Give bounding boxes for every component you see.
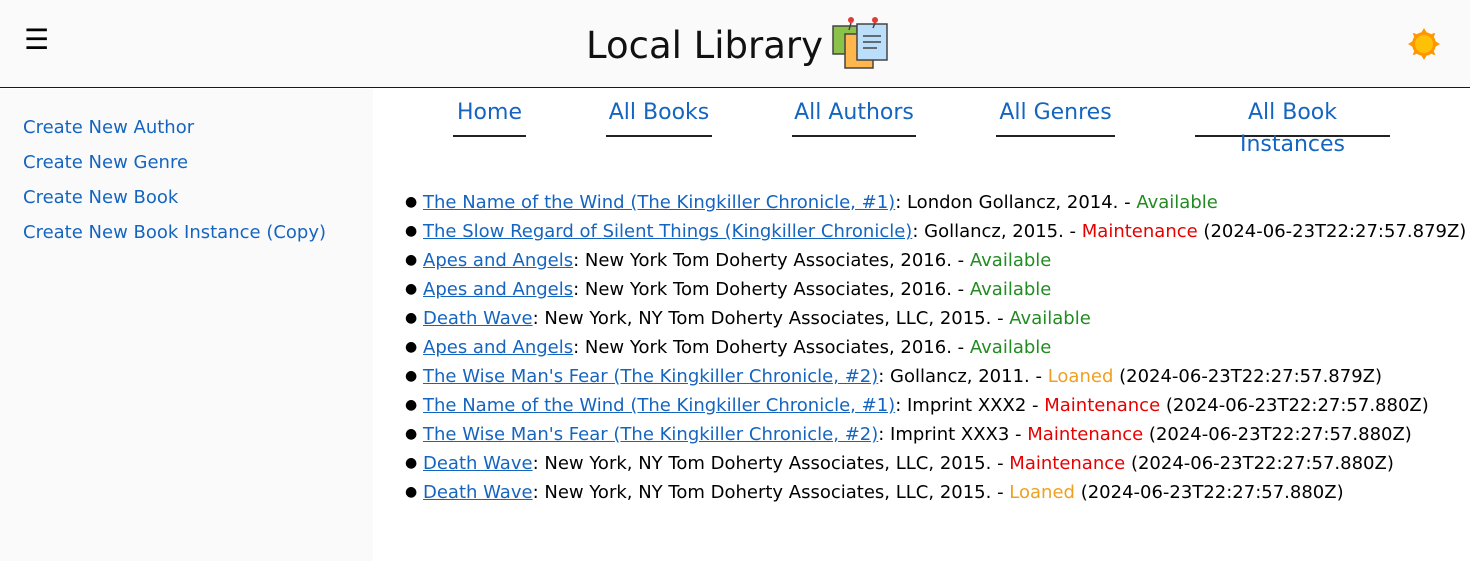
status-text: Available <box>969 279 1052 300</box>
bullet-icon: ● <box>405 310 418 326</box>
book-instance-item: ● The Name of the Wind (The Kingkiller Ch… <box>405 391 1455 420</box>
sidebar: Create New Author Create New Genre Creat… <box>0 89 373 561</box>
imprint-text: : London Gollancz, 2014. - <box>895 192 1137 213</box>
sun-icon[interactable] <box>1408 28 1440 60</box>
book-title-link[interactable]: The Slow Regard of Silent Things (Kingki… <box>423 221 912 242</box>
book-title-link[interactable]: Apes and Angels <box>423 250 573 271</box>
site-branding: Local Library <box>586 14 893 76</box>
status-text: Maintenance <box>1044 395 1161 416</box>
bullet-icon: ● <box>405 223 418 239</box>
book-title-link[interactable]: The Name of the Wind (The Kingkiller Chr… <box>423 192 895 213</box>
status-text: Maintenance <box>1081 221 1198 242</box>
imprint-text: : New York, NY Tom Doherty Associates, L… <box>532 308 1010 329</box>
status-text: Available <box>1136 192 1218 213</box>
status-text: Loaned <box>1047 366 1114 387</box>
book-instance-list-section: ● The Name of the Wind (The Kingkiller Ch… <box>405 188 1466 507</box>
bullet-icon: ● <box>405 397 418 413</box>
book-instance-item: ● Apes and Angels: New York Tom Doherty A… <box>405 246 1455 275</box>
status-text: Available <box>969 250 1052 271</box>
book-instance-item: ● The Slow Regard of Silent Things (Kingk… <box>405 217 1466 246</box>
sidebar-item: Create New Book Instance (Copy) <box>23 220 373 255</box>
book-instance-item: ● Apes and Angels: New York Tom Doherty A… <box>405 333 1455 362</box>
imprint-text: : New York Tom Doherty Associates, 2016.… <box>573 279 970 300</box>
due-date-text: (2024-06-23T22:27:57.880Z) <box>1160 395 1429 416</box>
nav-all-authors[interactable]: All Authors <box>792 97 916 137</box>
bullet-icon: ● <box>405 484 418 500</box>
hamburger-menu-icon[interactable]: ☰ <box>24 26 49 54</box>
due-date-text: (2024-06-23T22:27:57.880Z) <box>1143 424 1412 445</box>
imprint-text: : New York, NY Tom Doherty Associates, L… <box>532 453 1010 474</box>
due-date-text: (2024-06-23T22:27:57.880Z) <box>1125 453 1394 474</box>
book-instance-item: ● The Wise Man's Fear (The Kingkiller Chr… <box>405 420 1455 449</box>
book-instance-item: ● Death Wave: New York, NY Tom Doherty As… <box>405 304 1455 333</box>
status-text: Maintenance <box>1009 453 1126 474</box>
nav-all-books[interactable]: All Books <box>606 97 712 137</box>
bullet-icon: ● <box>405 339 418 355</box>
nav-home[interactable]: Home <box>453 97 526 137</box>
sidebar-item: Create New Author <box>23 115 373 150</box>
status-text: Loaned <box>1009 482 1075 503</box>
imprint-text: : Imprint XXX3 - <box>878 424 1028 445</box>
book-title-link[interactable]: The Name of the Wind (The Kingkiller Chr… <box>423 395 895 416</box>
sidebar-links: Create New Author Create New Genre Creat… <box>0 89 373 255</box>
book-title-link[interactable]: Death Wave <box>423 308 533 329</box>
bullet-icon: ● <box>405 252 418 268</box>
create-genre-link[interactable]: Create New Genre <box>23 152 188 173</box>
create-book-link[interactable]: Create New Book <box>23 187 178 208</box>
imprint-text: : Gollancz, 2011. - <box>878 366 1048 387</box>
nav-all-genres[interactable]: All Genres <box>996 97 1115 137</box>
sidebar-item: Create New Book <box>23 185 373 220</box>
nav-all-book-instances[interactable]: All Book Instances <box>1195 97 1390 157</box>
site-title: Local Library <box>586 23 824 67</box>
bullet-icon: ● <box>405 368 418 384</box>
sidebar-item: Create New Genre <box>23 150 373 185</box>
book-title-link[interactable]: Apes and Angels <box>423 279 573 300</box>
book-instance-item: ● Apes and Angels: New York Tom Doherty A… <box>405 275 1455 304</box>
book-instance-item: ● The Name of the Wind (The Kingkiller Ch… <box>405 188 1455 217</box>
bullet-icon: ● <box>405 281 418 297</box>
status-text: Available <box>1009 308 1091 329</box>
book-title-link[interactable]: Apes and Angels <box>423 337 573 358</box>
create-book-instance-link[interactable]: Create New Book Instance (Copy) <box>23 222 326 243</box>
book-instance-item: ● Death Wave: New York, NY Tom Doherty As… <box>405 449 1455 478</box>
book-instance-list: ● The Name of the Wind (The Kingkiller Ch… <box>405 188 1466 507</box>
imprint-text: : New York Tom Doherty Associates, 2016.… <box>573 250 970 271</box>
due-date-text: (2024-06-23T22:27:57.879Z) <box>1197 221 1467 242</box>
imprint-text: : Gollancz, 2015. - <box>912 221 1082 242</box>
create-author-link[interactable]: Create New Author <box>23 117 194 138</box>
book-title-link[interactable]: Death Wave <box>423 482 533 503</box>
imprint-text: : Imprint XXX2 - <box>895 395 1045 416</box>
bullet-icon: ● <box>405 426 418 442</box>
bullet-icon: ● <box>405 194 418 210</box>
book-title-link[interactable]: The Wise Man's Fear (The Kingkiller Chro… <box>423 366 878 387</box>
due-date-text: (2024-06-23T22:27:57.880Z) <box>1074 482 1344 503</box>
book-instance-item: ● Death Wave: New York, NY Tom Doherty As… <box>405 478 1455 507</box>
imprint-text: : New York, NY Tom Doherty Associates, L… <box>532 482 1010 503</box>
status-text: Available <box>969 337 1052 358</box>
book-title-link[interactable]: Death Wave <box>423 453 533 474</box>
site-header: ☰ Local Library <box>0 0 1470 88</box>
status-text: Maintenance <box>1027 424 1144 445</box>
book-title-link[interactable]: The Wise Man's Fear (The Kingkiller Chro… <box>423 424 878 445</box>
main-nav: Home All Books All Authors All Genres Al… <box>373 89 1470 157</box>
bullet-icon: ● <box>405 455 418 471</box>
sticky-notes-logo <box>832 17 888 69</box>
book-instance-item: ● The Wise Man's Fear (The Kingkiller Chr… <box>405 362 1455 391</box>
imprint-text: : New York Tom Doherty Associates, 2016.… <box>573 337 970 358</box>
due-date-text: (2024-06-23T22:27:57.879Z) <box>1113 366 1382 387</box>
